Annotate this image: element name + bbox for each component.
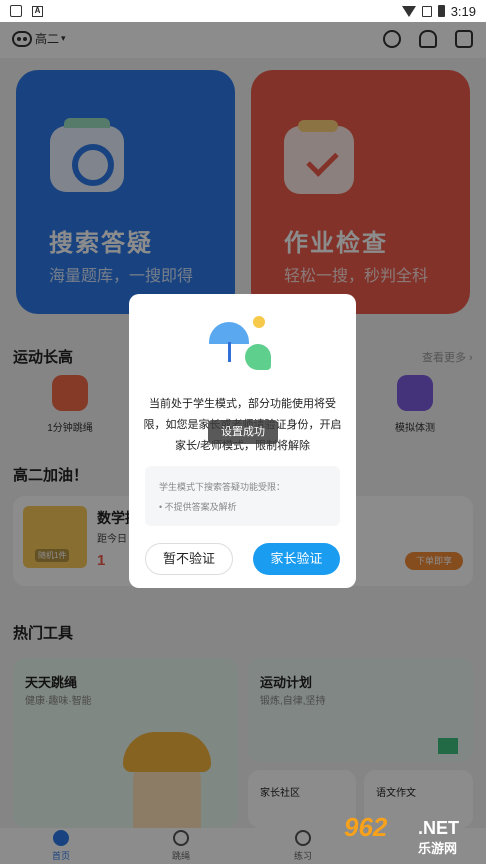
wifi-icon bbox=[401, 5, 416, 17]
umbrella-stick bbox=[228, 342, 231, 362]
battery-icon bbox=[437, 5, 445, 17]
dim-overlay-header bbox=[0, 22, 486, 58]
sim-icon bbox=[421, 5, 432, 17]
sun-icon bbox=[253, 316, 265, 328]
site-watermark: 962 .NET 乐游网 bbox=[344, 812, 482, 860]
parent-verify-button[interactable]: 家长验证 bbox=[253, 543, 340, 575]
skip-verify-button[interactable]: 暂不验证 bbox=[145, 543, 233, 575]
restriction-note: 学生模式下搜索答疑功能受限： • 不提供答案及解析 bbox=[145, 466, 340, 526]
umbrella-illustration bbox=[209, 316, 275, 376]
status-bar: A 3:19 bbox=[0, 0, 486, 22]
watermark-cn: 乐游网 bbox=[418, 841, 458, 856]
watermark-number: 962 bbox=[344, 812, 388, 842]
a-notification-icon: A bbox=[32, 5, 43, 17]
umbrella-icon bbox=[209, 322, 249, 344]
notification-square-icon bbox=[10, 5, 22, 17]
status-time: 3:19 bbox=[450, 3, 476, 19]
note-item: • 不提供答案及解析 bbox=[159, 502, 237, 512]
watermark-net: .NET bbox=[418, 818, 460, 838]
toast-message: 设置成功 bbox=[208, 420, 278, 444]
note-title: 学生模式下搜索答疑功能受限： bbox=[159, 482, 286, 492]
status-right: 3:19 bbox=[401, 3, 476, 19]
leaf-icon bbox=[245, 344, 271, 370]
